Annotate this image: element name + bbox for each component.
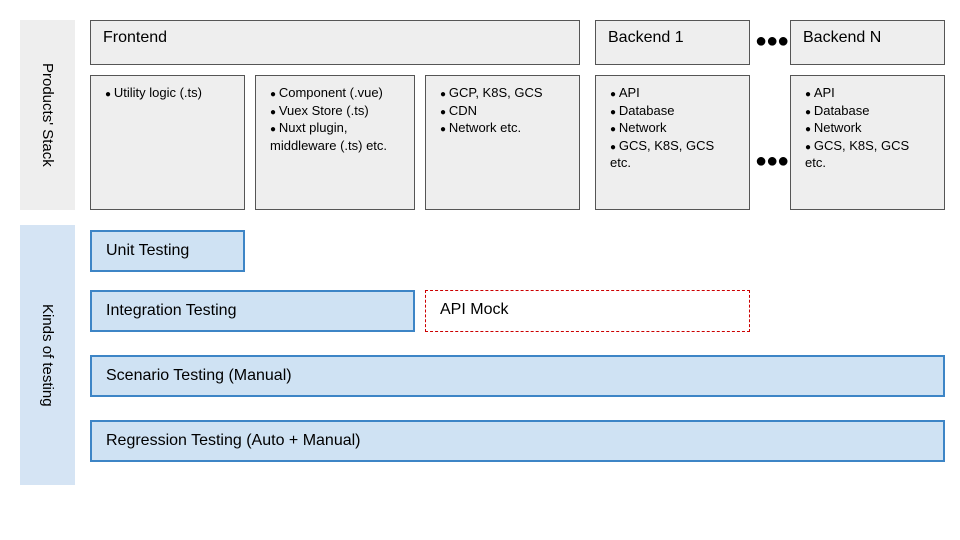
frontend-col2: Component (.vue) Vuex Store (.ts) Nuxt p… bbox=[255, 75, 415, 210]
frontend-header: Frontend bbox=[90, 20, 580, 65]
frontend-col2-item: Nuxt plugin, middleware (.ts) etc. bbox=[270, 119, 402, 154]
frontend-col2-item: Component (.vue) bbox=[270, 84, 402, 102]
section-label-products-stack: Products' Stack bbox=[20, 20, 75, 210]
backend1-items: API Database Network GCS, K8S, GCS etc. bbox=[595, 75, 750, 210]
backend1-item: Network bbox=[610, 119, 737, 137]
scenario-testing-box: Scenario Testing (Manual) bbox=[90, 355, 945, 397]
frontend-title: Frontend bbox=[103, 29, 167, 46]
frontend-col3-item: GCP, K8S, GCS bbox=[440, 84, 567, 102]
frontend-col1-item: Utility logic (.ts) bbox=[105, 84, 232, 102]
backendn-items: API Database Network GCS, K8S, GCS etc. bbox=[790, 75, 945, 210]
backendn-item: Network bbox=[805, 119, 932, 137]
frontend-col3-item: CDN bbox=[440, 102, 567, 120]
backendn-header: Backend N bbox=[790, 20, 945, 65]
backendn-item: Database bbox=[805, 102, 932, 120]
regression-testing-box: Regression Testing (Auto + Manual) bbox=[90, 420, 945, 462]
backend1-header: Backend 1 bbox=[595, 20, 750, 65]
backend1-title: Backend 1 bbox=[608, 29, 684, 46]
ellipsis-bottom: ●●● bbox=[755, 150, 788, 173]
api-mock-box: API Mock bbox=[425, 290, 750, 332]
integration-testing-box: Integration Testing bbox=[90, 290, 415, 332]
frontend-col1: Utility logic (.ts) bbox=[90, 75, 245, 210]
backend1-item: GCS, K8S, GCS etc. bbox=[610, 137, 737, 172]
backendn-item: GCS, K8S, GCS etc. bbox=[805, 137, 932, 172]
backendn-title: Backend N bbox=[803, 29, 881, 46]
backendn-item: API bbox=[805, 84, 932, 102]
unit-testing-box: Unit Testing bbox=[90, 230, 245, 272]
backend1-item: API bbox=[610, 84, 737, 102]
backend1-item: Database bbox=[610, 102, 737, 120]
ellipsis-top: ●●● bbox=[755, 30, 788, 53]
frontend-col2-item: Vuex Store (.ts) bbox=[270, 102, 402, 120]
frontend-col3-item: Network etc. bbox=[440, 119, 567, 137]
frontend-col3: GCP, K8S, GCS CDN Network etc. bbox=[425, 75, 580, 210]
section-label-kinds-of-testing: Kinds of testing bbox=[20, 225, 75, 485]
